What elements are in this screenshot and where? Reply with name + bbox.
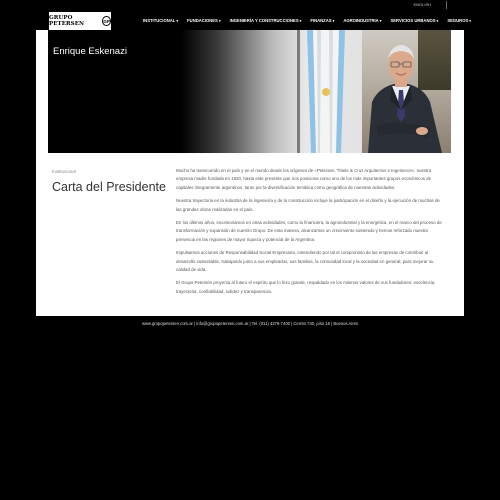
content-panel: Enrique Eskenazi Institucional Carta del… (36, 30, 464, 316)
nav-item-seguros[interactable]: SEGUROS▾ (447, 17, 471, 25)
main-nav: INSTITUCIONAL▾ FUNDACIONES▾ INGENIERÍA Y… (143, 17, 471, 25)
chevron-down-icon: ▾ (299, 19, 302, 23)
page-title: Carta del Presidente (52, 180, 166, 194)
chevron-down-icon: ▾ (218, 19, 221, 23)
nav-item-servicios-urbanos[interactable]: SERVICIOS URBANOS▾ (390, 17, 438, 25)
paragraph: En los últimos años, incursionamos en ot… (176, 220, 442, 242)
paragraph: Impulsamos acciones de Responsabilidad S… (176, 250, 434, 273)
nav-item-fundaciones[interactable]: FUNDACIONES▾ (187, 17, 220, 25)
paragraph: Nuestra trayectoria en la industria de l… (176, 198, 440, 212)
language-link[interactable]: ENGLISH (413, 1, 447, 9)
footer-contact: www.grupopetersen.com.ar | info@grupopet… (141, 321, 359, 326)
chevron-down-icon: ▾ (436, 19, 439, 23)
nav-item-agroindustria[interactable]: AGROINDUSTRIA▾ (343, 17, 381, 25)
argentina-flag-image (307, 30, 345, 153)
president-portrait-image (368, 45, 442, 153)
nav-item-institucional[interactable]: INSTITUCIONAL▾ (143, 17, 178, 25)
flag-pole (297, 30, 300, 153)
chevron-down-icon: ▾ (469, 19, 472, 23)
chevron-down-icon: ▾ (332, 19, 335, 23)
chevron-down-icon: ▾ (176, 19, 179, 23)
logo-text: GRUPO PETERSEN (49, 15, 85, 27)
nav-item-finanzas[interactable]: FINANZAS▾ (310, 17, 334, 25)
chevron-down-icon: ▾ (379, 19, 382, 23)
logo-monogram: GP (102, 16, 111, 26)
nav-item-ingenieria[interactable]: INGENIERÍA Y CONSTRUCCIONES▾ (230, 17, 302, 25)
paragraph: Mucho ha transcurrido en el país y en el… (176, 168, 432, 190)
letter-body: Mucho ha transcurrido en el país y en el… (176, 167, 444, 301)
paragraph: El Grupo Petersen proyecta al futuro el … (176, 280, 436, 294)
breadcrumb[interactable]: Institucional (52, 169, 76, 174)
page: ENGLISH GRUPO PETERSEN GP INSTITUCIONAL▾… (0, 0, 500, 500)
hero-banner: Enrique Eskenazi (48, 30, 451, 153)
logo[interactable]: GRUPO PETERSEN GP (49, 12, 111, 30)
hero-title: Enrique Eskenazi (53, 46, 127, 57)
